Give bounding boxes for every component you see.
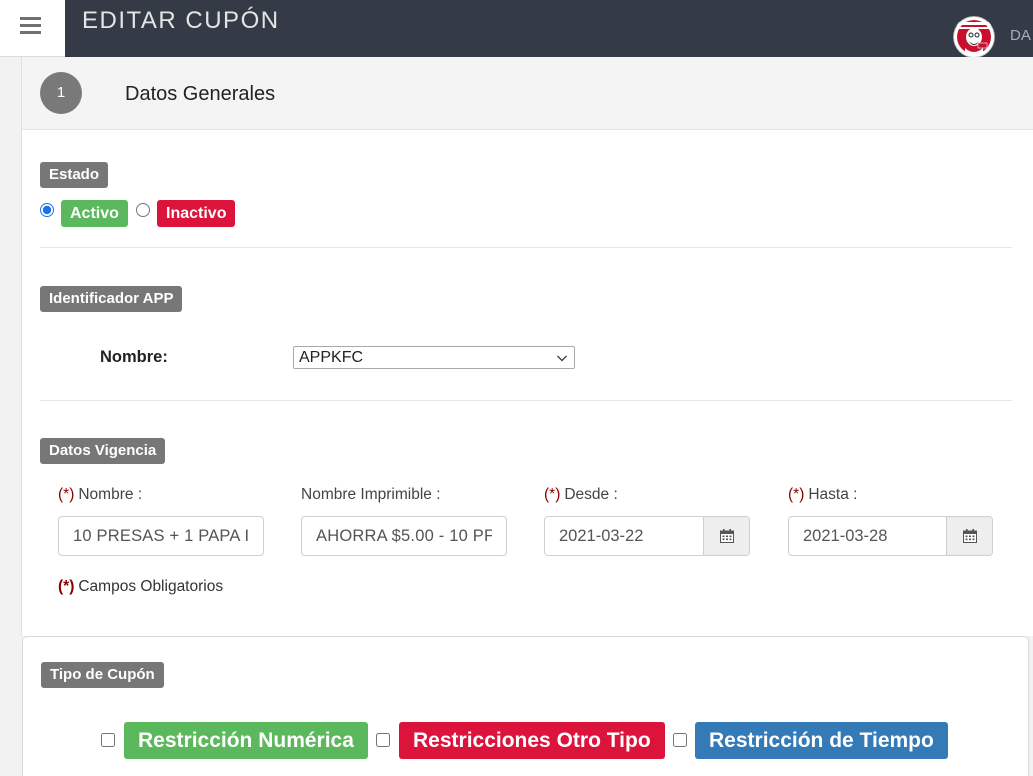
app-select[interactable]: APPKFC: [293, 346, 575, 369]
nombre-label-text: Nombre :: [78, 486, 143, 503]
restriccion-de-tiempo-label[interactable]: Restricción de Tiempo: [695, 722, 948, 759]
kfc-logo-icon[interactable]: [953, 16, 995, 58]
calendar-icon: [720, 529, 734, 543]
required-fields-note: (*) Campos Obligatorios: [58, 577, 223, 596]
nombre-field-label: (*) Nombre :: [58, 485, 142, 504]
restriccion-de-tiempo-checkbox[interactable]: [673, 733, 687, 747]
page-title: EDITAR CUPÓN: [82, 7, 280, 34]
app-nombre-label: Nombre:: [100, 348, 168, 366]
user-name[interactable]: DA: [1010, 27, 1031, 45]
section-divider: [40, 400, 1012, 401]
top-bar: EDITAR CUPÓN DA: [0, 0, 1033, 58]
desde-field-label: (*) Desde :: [544, 485, 618, 504]
hasta-date-picker: [788, 516, 993, 556]
tipo-cupon-label: Tipo de Cupón: [41, 662, 164, 688]
nombre-imprimible-input[interactable]: [301, 516, 507, 556]
required-fields-note-text: Campos Obligatorios: [78, 578, 224, 595]
identificador-app-label: Identificador APP: [40, 286, 183, 312]
activo-option-label[interactable]: Activo: [61, 200, 128, 227]
calendar-icon: [963, 529, 977, 543]
required-mark: (*): [544, 486, 561, 503]
required-mark: (*): [788, 486, 805, 503]
desde-label-text: Desde :: [564, 486, 618, 503]
section-divider: [40, 247, 1012, 248]
general-panel-title: Datos Generales: [125, 83, 276, 105]
chevron-down-icon: [557, 355, 567, 362]
required-mark: (*): [58, 486, 75, 503]
nombre-input[interactable]: [58, 516, 264, 556]
restricciones-otro-tipo-checkbox[interactable]: [376, 733, 390, 747]
inactivo-option-label[interactable]: Inactivo: [157, 200, 236, 227]
estado-label: Estado: [40, 162, 109, 188]
restriccion-numerica-checkbox[interactable]: [101, 733, 115, 747]
inactivo-radio[interactable]: [136, 203, 150, 217]
hasta-input[interactable]: [789, 517, 947, 555]
general-panel-header[interactable]: 1 Datos Generales: [22, 57, 1033, 130]
required-mark: (*): [58, 578, 75, 595]
hasta-field-label: (*) Hasta :: [788, 485, 857, 504]
step-number-badge: 1: [40, 72, 82, 114]
restriccion-numerica-label[interactable]: Restricción Numérica: [124, 722, 368, 759]
datos-vigencia-label: Datos Vigencia: [40, 438, 166, 464]
hamburger-icon: [20, 17, 41, 34]
hasta-label-text: Hasta :: [808, 486, 858, 503]
nombre-imprimible-label-text: Nombre Imprimible :: [301, 486, 441, 503]
menu-toggle-button[interactable]: [0, 0, 65, 57]
restricciones-otro-tipo-label[interactable]: Restricciones Otro Tipo: [399, 722, 665, 759]
desde-input[interactable]: [545, 517, 704, 555]
desde-calendar-button[interactable]: [703, 517, 749, 555]
hasta-calendar-button[interactable]: [946, 517, 992, 555]
activo-radio[interactable]: [40, 203, 54, 217]
desde-date-picker: [544, 516, 750, 556]
app-select-value: APPKFC: [299, 349, 364, 366]
nombre-imprimible-field-label: Nombre Imprimible :: [301, 485, 441, 504]
